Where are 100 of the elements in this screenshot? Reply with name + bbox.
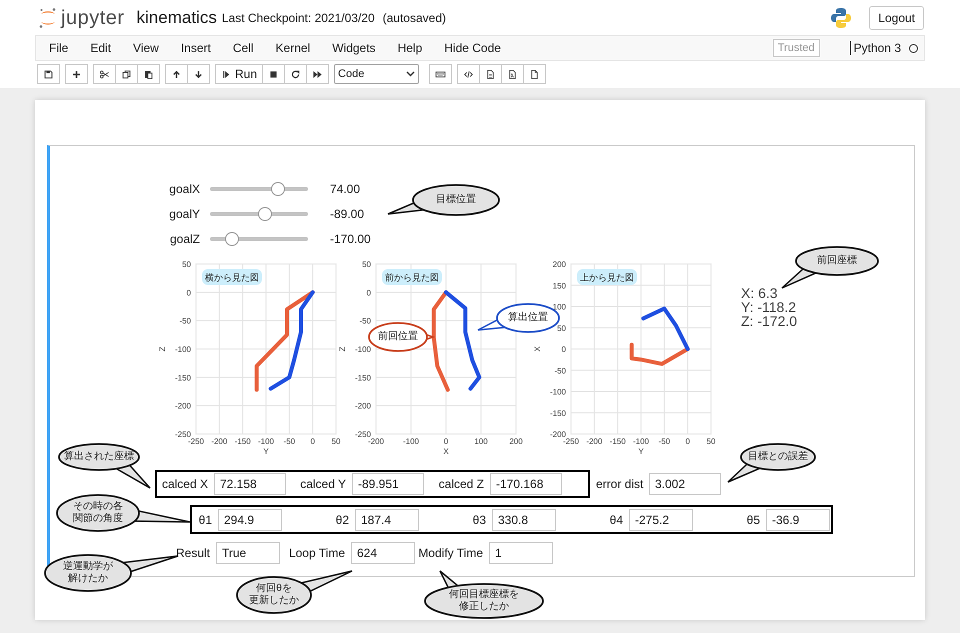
tick-label: -150	[354, 373, 371, 382]
menu-item[interactable]: Hide Code	[444, 39, 501, 57]
slider-thumb[interactable]	[224, 232, 239, 246]
document-button[interactable]	[479, 64, 502, 84]
menu-item[interactable]: Edit	[90, 39, 112, 57]
tick-label: 0	[685, 437, 690, 446]
tick-label: -50	[359, 316, 371, 326]
logo-icon	[38, 6, 58, 28]
tick-label: 0	[562, 345, 566, 354]
autosave-status: (autosaved)	[382, 10, 446, 26]
plus-icon	[71, 68, 82, 80]
pdf-file-icon	[507, 68, 518, 80]
slider-thumb[interactable]	[258, 206, 272, 220]
callout-text: 更新したか	[249, 595, 299, 607]
text-field[interactable]: 3.002	[649, 473, 721, 495]
slider[interactable]	[210, 180, 308, 196]
tick-label: -150	[550, 408, 566, 418]
callout-text: 目標との誤差	[748, 451, 808, 463]
callout-text: 修正したか	[459, 601, 509, 613]
logout-button[interactable]: Logout	[869, 6, 924, 30]
run-all-button[interactable]	[306, 64, 330, 84]
menu-item[interactable]: Kernel	[276, 39, 310, 57]
arrow-up-icon	[171, 68, 182, 80]
tick-label: 0	[186, 288, 191, 298]
file-button[interactable]	[523, 64, 546, 84]
text-field[interactable]: 72.158	[214, 473, 286, 495]
tick-label: -200	[211, 437, 228, 446]
tick-label: -250	[563, 437, 579, 446]
menu-item[interactable]: Insert	[180, 39, 211, 57]
field-label: Loop Time	[288, 545, 346, 562]
callout-text: 算出された座標	[64, 451, 134, 463]
tick-label: 50	[182, 260, 191, 269]
text-field[interactable]: 294.9	[218, 508, 282, 530]
text-field[interactable]: 330.8	[492, 508, 556, 530]
move-up-button[interactable]	[165, 64, 188, 84]
tick-label: -100	[258, 437, 274, 446]
move-down-button[interactable]	[187, 64, 210, 84]
text-field[interactable]: -36.9	[766, 508, 830, 530]
menu-item[interactable]: File	[49, 39, 68, 57]
tick-label: -200	[550, 430, 566, 439]
menu-item[interactable]: View	[133, 39, 159, 57]
axis-label: Z	[338, 346, 347, 352]
text-field[interactable]: True	[216, 542, 280, 564]
callout-text: その時の各	[73, 501, 123, 512]
tick-label: -200	[354, 402, 371, 411]
field-label: calced X	[160, 476, 209, 493]
restart-icon	[290, 68, 302, 80]
axis-label: Z	[158, 346, 167, 352]
axis-label: Y	[263, 447, 269, 456]
text-field[interactable]: -275.2	[629, 508, 693, 530]
cell-type-dropdown[interactable]: Code	[334, 64, 420, 84]
menu-item[interactable]: Cell	[232, 39, 254, 57]
insert-cell-button[interactable]	[65, 64, 88, 84]
menu-item[interactable]: Widgets	[332, 39, 376, 57]
slider-reading: -89.00	[330, 206, 364, 222]
chart-title: 前から見た図	[382, 269, 442, 285]
restart-button[interactable]	[284, 64, 308, 84]
cut-button[interactable]	[93, 64, 116, 84]
slider-reading: 74.00	[330, 180, 360, 198]
pdf-button[interactable]	[501, 64, 524, 84]
run-button[interactable]: Run	[215, 64, 264, 84]
tick-label: -100	[403, 437, 419, 446]
save-button[interactable]	[37, 64, 60, 84]
tick-label: 100	[552, 302, 566, 312]
slider[interactable]	[210, 230, 308, 246]
field-label: θ1	[198, 512, 213, 528]
checkpoint-text: Last Checkpoint: 2021/03/20	[222, 10, 375, 26]
field-label: θ4	[608, 512, 624, 528]
paste-button[interactable]	[137, 64, 160, 84]
text-field[interactable]: 187.4	[355, 508, 419, 530]
callout-text: 前回座標	[817, 255, 857, 267]
text-field[interactable]: -170.168	[490, 473, 562, 495]
field-label: calced Y	[299, 476, 347, 493]
callout-text: 何回θを	[256, 583, 292, 594]
code-button[interactable]	[457, 64, 480, 84]
tick-label: -150	[234, 437, 251, 446]
tick-label: 50	[706, 437, 716, 446]
tick-label: -100	[633, 437, 649, 446]
field-label: Result	[174, 545, 211, 562]
text-field[interactable]: 624	[351, 542, 415, 564]
slider-thumb[interactable]	[270, 182, 285, 196]
tick-label: -50	[554, 366, 566, 376]
callout-text: 関節の角度	[73, 513, 123, 525]
kernel-name: Python 3	[854, 40, 901, 57]
notebook-name[interactable]: kinematics	[136, 4, 217, 30]
text-field[interactable]: 1	[489, 542, 553, 564]
tick-label: 0	[444, 437, 448, 446]
text-field[interactable]: -89.951	[352, 473, 424, 495]
logo-text[interactable]: jupyter	[61, 2, 125, 32]
clipboard-icon	[143, 68, 154, 80]
tick-label: -250	[354, 430, 371, 439]
stop-button[interactable]	[262, 64, 286, 84]
tick-label: 200	[552, 260, 566, 269]
slider[interactable]	[210, 206, 308, 222]
copy-button[interactable]	[115, 64, 138, 84]
callout-text: 前回位置	[378, 331, 418, 343]
keyboard-button[interactable]	[429, 64, 452, 84]
chart-title: 上から見た図	[577, 269, 637, 285]
chart-title: 横から見た図	[202, 269, 262, 285]
menu-item[interactable]: Help	[398, 39, 422, 57]
